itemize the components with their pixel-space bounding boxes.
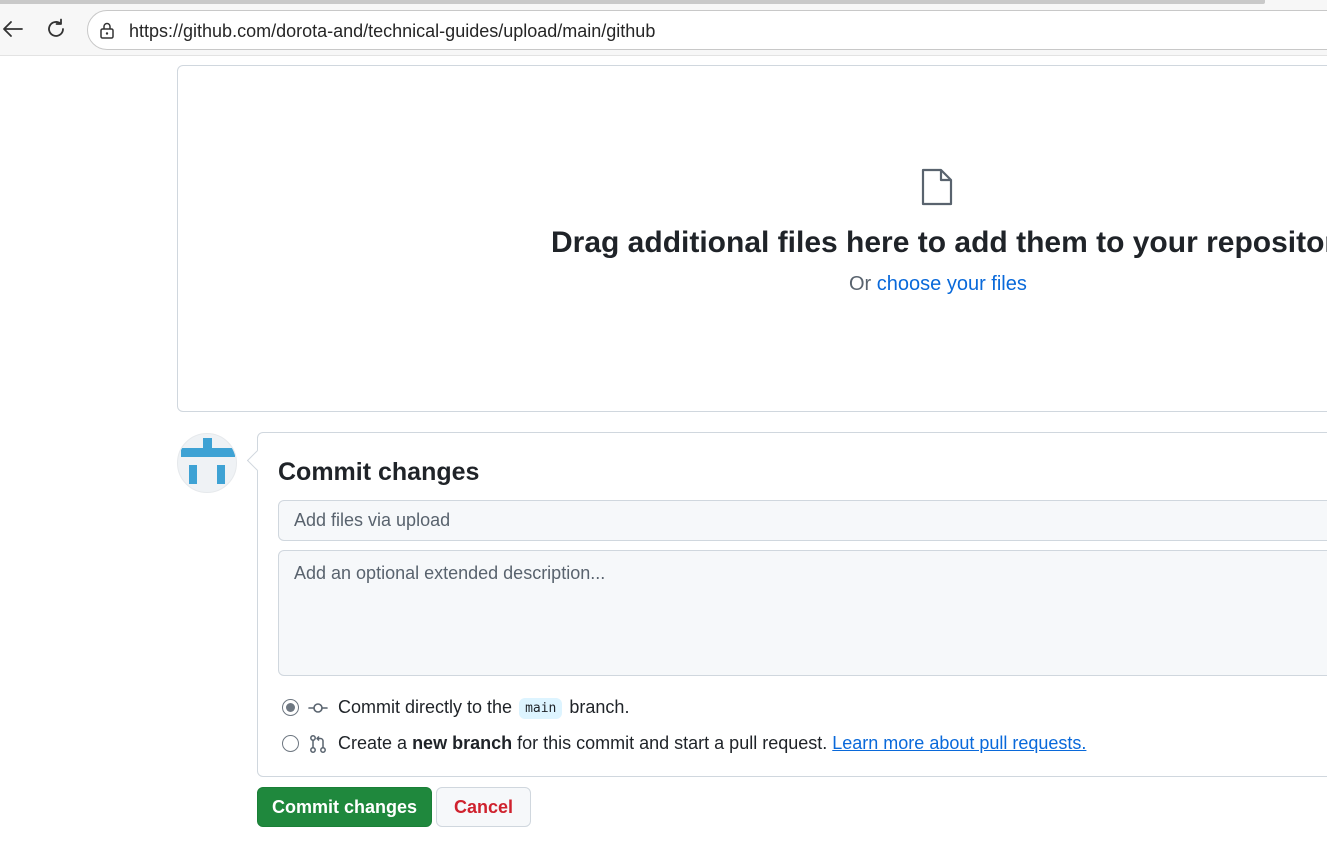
dropzone-or-text: Or (849, 273, 872, 295)
file-dropzone[interactable]: Drag additional files here to add them t… (177, 65, 1327, 412)
file-icon (921, 168, 953, 206)
dropzone-title: Drag additional files here to add them t… (551, 226, 1327, 259)
git-pull-request-icon (310, 735, 326, 753)
address-bar[interactable]: https://github.com/dorota-and/technical-… (87, 10, 1327, 50)
reload-icon (48, 18, 64, 37)
commit-title: Commit changes (278, 458, 480, 486)
new-branch-prefix: Create a (338, 733, 408, 753)
avatar (177, 433, 237, 493)
choose-files-link[interactable]: choose your files (877, 273, 1027, 295)
tab-strip-edge (0, 0, 1265, 4)
cancel-button[interactable]: Cancel (436, 787, 531, 827)
browser-toolbar: https://github.com/dorota-and/technical-… (0, 0, 1327, 56)
commit-direct-suffix: branch. (569, 697, 630, 717)
branch-name: main (519, 698, 563, 719)
commit-form: Commit changes Commit directly to the ma… (257, 432, 1327, 777)
arrow-left-icon (3, 21, 23, 37)
new-branch-bold: new branch (412, 733, 513, 753)
lock-icon[interactable] (98, 21, 116, 39)
commit-direct-label: Commit directly to the main branch. (338, 697, 629, 719)
commit-direct-radio[interactable] (282, 699, 299, 716)
learn-more-pull-requests-link[interactable]: Learn more about pull requests. (832, 733, 1086, 753)
commit-description-input[interactable] (278, 550, 1327, 676)
commit-changes-button[interactable]: Commit changes (257, 787, 432, 827)
avatar-identicon (181, 438, 235, 484)
back-button[interactable] (0, 16, 26, 42)
new-branch-label: Create a new branch for this commit and … (338, 733, 1086, 754)
git-commit-icon (308, 703, 328, 713)
dropzone-subtitle: Or choose your files (849, 273, 1027, 296)
new-branch-suffix: for this commit and start a pull request… (517, 733, 828, 753)
commit-direct-prefix: Commit directly to the (338, 697, 513, 717)
url-text[interactable]: https://github.com/dorota-and/technical-… (129, 21, 655, 42)
new-branch-radio[interactable] (282, 735, 299, 752)
commit-summary-input[interactable] (278, 500, 1327, 541)
reload-button[interactable] (43, 16, 69, 42)
